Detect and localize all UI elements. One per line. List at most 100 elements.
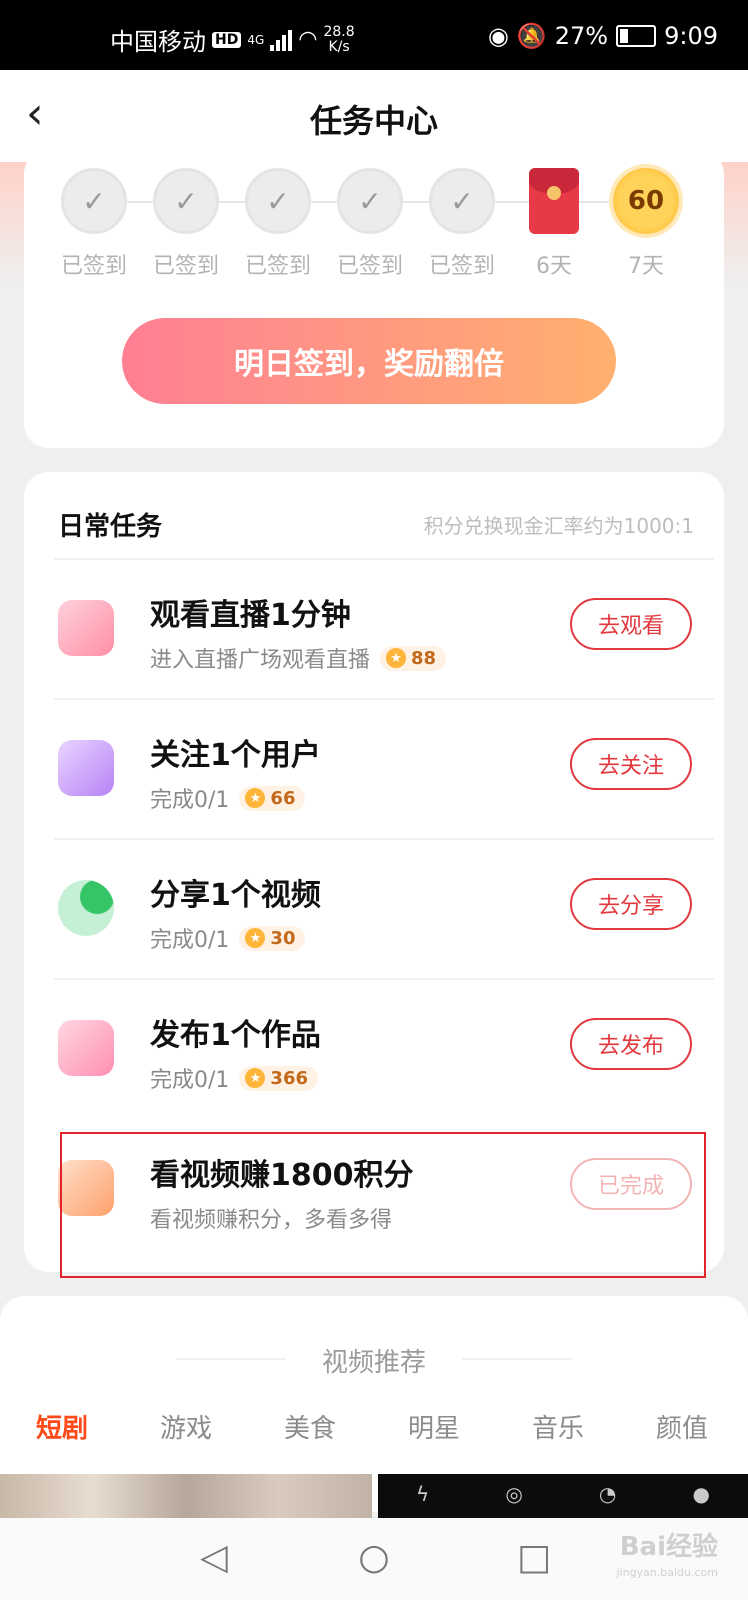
task-subtitle: 完成0/1 ★ 366 (150, 1062, 318, 1094)
checkin-day-4: ✓ 已签到 (330, 168, 410, 280)
wifi-icon: ◠ (298, 27, 318, 52)
checkin-button[interactable]: 明日签到，奖励翻倍 (122, 318, 616, 404)
checkin-days: ✓ 已签到 ✓ 已签到 ✓ 已签到 ✓ 已签到 ✓ 已签到 6天 60 7天 (54, 168, 714, 280)
users-icon (58, 740, 114, 796)
watermark-sub: jingyan.baidu.com (616, 1566, 718, 1579)
video-thumbnail[interactable] (0, 1474, 372, 1518)
nav-header: ‹ 任务中心 (0, 70, 748, 162)
task-progress: 完成0/1 (150, 1068, 230, 1093)
star-icon: ★ (386, 648, 407, 668)
category-tabs: 短剧 游戏 美食 明星 音乐 颜值 (0, 1408, 748, 1454)
coin-icon: 60 (613, 168, 679, 234)
checkin-card: ✓ 已签到 ✓ 已签到 ✓ 已签到 ✓ 已签到 ✓ 已签到 6天 60 7天 明… (24, 150, 724, 448)
checkin-day-label: 已签到 (244, 254, 311, 279)
checkin-day-label: 已签到 (60, 254, 127, 279)
title-line (462, 1358, 572, 1360)
checkin-day-1: ✓ 已签到 (54, 168, 134, 280)
tab-category[interactable]: 短剧 (36, 1408, 88, 1445)
status-bar: 中国移动 HD 4G ◠ 28.8 K/s ◉ 🔕 27% 9:09 (0, 0, 748, 70)
checkin-day-label: 已签到 (152, 254, 219, 279)
share-button[interactable]: 去分享 (570, 878, 692, 930)
eye-icon: ◉ (487, 22, 509, 50)
task-name: 观看直播1分钟 (150, 598, 351, 633)
points-badge: ★ 66 (239, 785, 306, 811)
watermark: Bai经验 jingyan.baidu.com (616, 1534, 718, 1586)
publish-button[interactable]: 去发布 (570, 1018, 692, 1070)
flash-off-icon: ϟ (416, 1482, 430, 1506)
task-name: 发布1个作品 (150, 1018, 321, 1053)
task-row: 观看直播1分钟 进入直播广场观看直播 ★ 88 去观看 (24, 560, 724, 700)
battery-percent: 27% (554, 22, 609, 50)
task-desc: 进入直播广场观看直播 (150, 648, 371, 673)
check-icon: ✓ (337, 168, 403, 234)
points-badge: ★ 88 (380, 645, 447, 671)
video-thumbnail[interactable]: ϟ ◎ ◔ ● (378, 1474, 748, 1518)
star-icon: ★ (245, 1068, 266, 1088)
checkin-day-label: 已签到 (428, 254, 495, 279)
checkin-day-label: 已签到 (336, 254, 403, 279)
recents-square-icon[interactable]: □ (512, 1536, 556, 1580)
tab-category[interactable]: 美食 (284, 1408, 336, 1445)
mute-bell-icon: 🔕 (516, 22, 547, 50)
checkin-day-label: 6天 (536, 254, 572, 279)
check-icon: ✓ (245, 168, 311, 234)
live-icon (58, 600, 114, 656)
checkin-day-2: ✓ 已签到 (146, 168, 226, 280)
task-progress: 完成0/1 (150, 788, 230, 813)
filter-icon: ● (692, 1482, 710, 1506)
task-row: 关注1个用户 完成0/1 ★ 66 去关注 (24, 700, 724, 840)
camera-toolbar: ϟ ◎ ◔ ● (378, 1482, 748, 1506)
points-badge: ★ 30 (239, 925, 306, 951)
follow-button[interactable]: 去关注 (570, 738, 692, 790)
camera-icon (58, 1020, 114, 1076)
points-value: 30 (270, 927, 296, 949)
signal-icon (270, 29, 293, 51)
highlight-box (60, 1132, 706, 1278)
points-value: 88 (411, 647, 437, 669)
checkin-day-6: 6天 (514, 168, 594, 280)
tab-category[interactable]: 游戏 (160, 1408, 212, 1445)
section-title: 日常任务 (58, 512, 163, 542)
hd-icon: HD (212, 31, 242, 48)
star-icon: ★ (245, 788, 266, 808)
checkin-day-label: 7天 (628, 254, 664, 279)
red-packet-icon (529, 168, 579, 234)
task-subtitle: 完成0/1 ★ 30 (150, 922, 306, 954)
check-icon: ✓ (153, 168, 219, 234)
tab-category[interactable]: 颜值 (656, 1408, 708, 1445)
tab-category[interactable]: 明星 (408, 1408, 460, 1445)
task-progress: 完成0/1 (150, 928, 230, 953)
task-name: 关注1个用户 (150, 738, 321, 773)
watermark-brand: Bai经验 (619, 1532, 718, 1562)
points-value: 66 (270, 787, 296, 809)
battery-icon (616, 25, 657, 47)
points-value: 366 (270, 1067, 308, 1089)
carrier-label: 中国移动 (110, 28, 206, 56)
checkin-day-5: ✓ 已签到 (422, 168, 502, 280)
network-type-label: 4G (247, 32, 265, 47)
check-icon: ✓ (429, 168, 495, 234)
task-subtitle: 进入直播广场观看直播 ★ 88 (150, 642, 447, 674)
clock: 9:09 (664, 22, 718, 50)
share-icon (58, 880, 114, 936)
task-row: 发布1个作品 完成0/1 ★ 366 去发布 (24, 980, 724, 1120)
star-icon: ★ (245, 928, 266, 948)
task-row: 分享1个视频 完成0/1 ★ 30 去分享 (24, 840, 724, 980)
page-title: 任务中心 (309, 102, 438, 140)
task-subtitle: 完成0/1 ★ 66 (150, 782, 306, 814)
points-badge: ★ 366 (239, 1065, 318, 1091)
check-icon: ✓ (61, 168, 127, 234)
live-photo-icon: ◎ (505, 1482, 523, 1506)
system-nav-bar: ◁ ○ □ Bai经验 jingyan.baidu.com (0, 1518, 748, 1600)
network-speed: 28.8 K/s (323, 23, 355, 55)
checkin-day-7: 60 7天 (606, 168, 686, 280)
recommend-title: 视频推荐 (321, 1348, 426, 1378)
task-name: 分享1个视频 (150, 878, 321, 913)
exchange-rate-note: 积分兑换现金汇率约为1000:1 (423, 514, 694, 538)
tab-category[interactable]: 音乐 (532, 1408, 584, 1445)
watch-button[interactable]: 去观看 (570, 598, 692, 650)
home-circle-icon[interactable]: ○ (352, 1536, 396, 1580)
back-triangle-icon[interactable]: ◁ (192, 1536, 236, 1580)
checkin-day-3: ✓ 已签到 (238, 168, 318, 280)
timer-icon: ◔ (598, 1482, 617, 1506)
